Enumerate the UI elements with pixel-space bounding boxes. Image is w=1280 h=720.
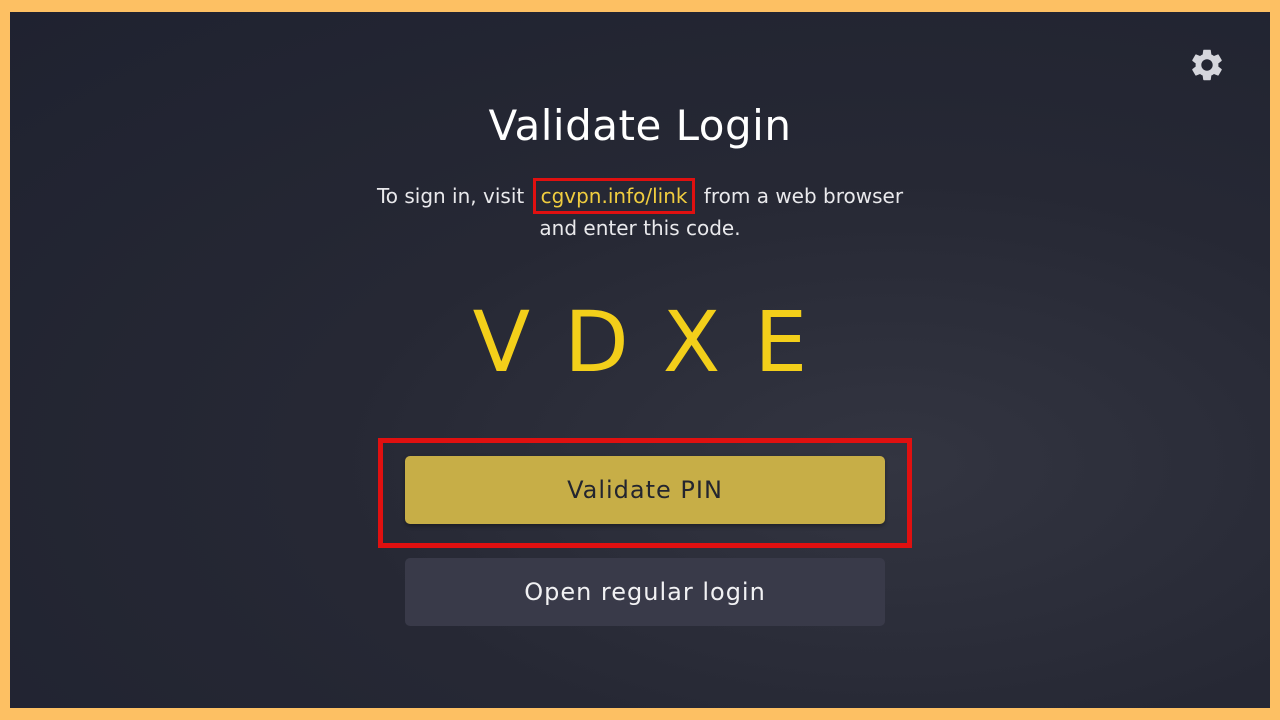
pin-code: VDXE xyxy=(472,293,842,391)
activation-link[interactable]: cgvpn.info/link xyxy=(532,178,696,214)
sign-in-instructions: To sign in, visit cgvpn.info/link from a… xyxy=(10,178,1270,242)
instructions-line-2: and enter this code. xyxy=(539,216,741,240)
open-regular-login-button[interactable]: Open regular login xyxy=(405,558,885,626)
instructions-prefix: To sign in, visit xyxy=(376,184,531,208)
instructions-suffix: from a web browser xyxy=(697,184,904,208)
validate-pin-button[interactable]: Validate PIN xyxy=(405,456,885,524)
instructions-line-1: To sign in, visit cgvpn.info/link from a… xyxy=(10,178,1270,214)
gear-icon xyxy=(1192,49,1222,81)
settings-button[interactable] xyxy=(1186,44,1228,86)
validate-login-screen: Validate Login To sign in, visit cgvpn.i… xyxy=(10,12,1270,708)
page-title: Validate Login xyxy=(488,101,792,150)
